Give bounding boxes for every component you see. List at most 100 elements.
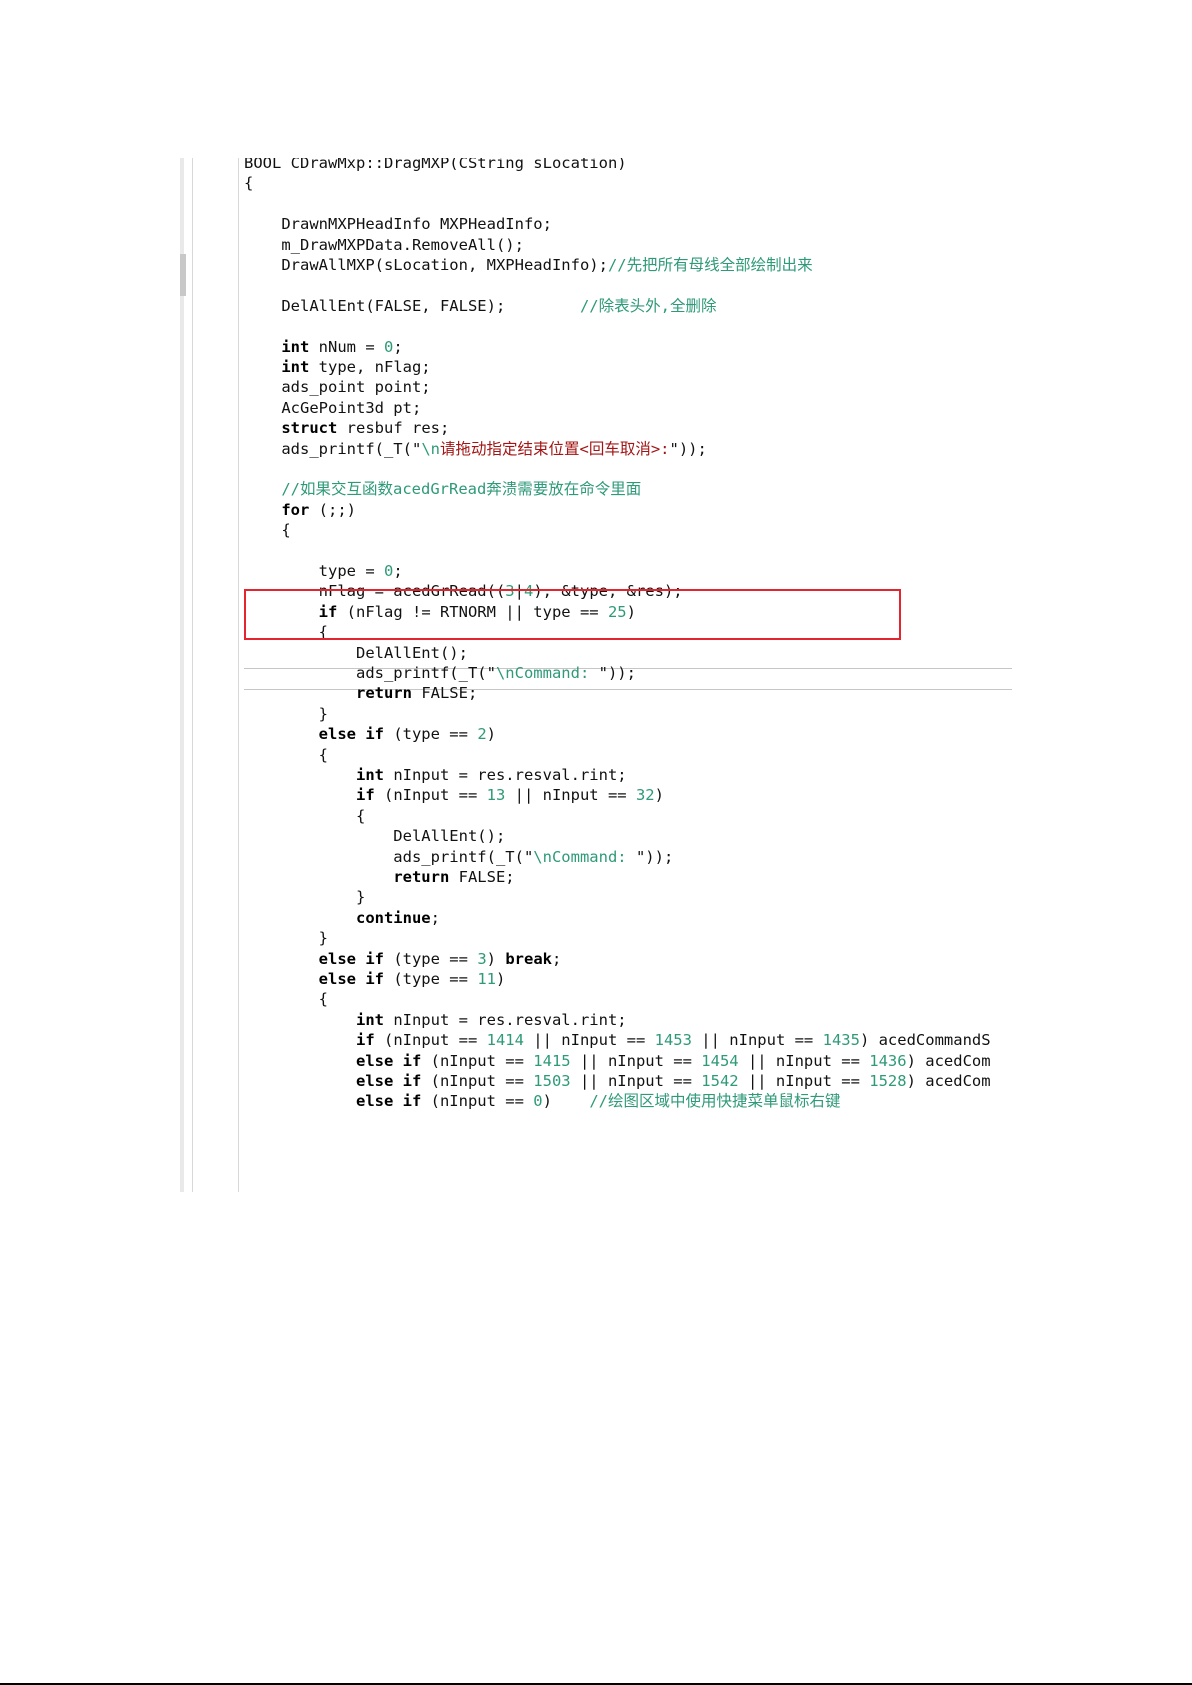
code-token: ads_printf(_T("	[244, 439, 422, 458]
gutter-divider	[192, 158, 193, 1192]
code-token: {	[244, 806, 366, 825]
code-line: ads_point point;	[244, 376, 431, 398]
code-token: 13	[486, 786, 506, 805]
code-token: BOOL CDrawMxp::DragMXP(CString sLocation…	[244, 158, 627, 172]
code-line: DelAllEnt();	[244, 642, 468, 664]
code-token: //如果交互函数acedGrRead奔溃需要放在命令里面	[281, 480, 642, 499]
code-token: continue	[355, 908, 431, 927]
code-line: type = 0;	[244, 560, 403, 582]
code-token: else if	[318, 970, 384, 988]
code-line: {	[244, 172, 253, 194]
code-line: int nNum = 0;	[244, 336, 403, 358]
code-editor-screenshot: BOOL CDrawMxp::DragMXP(CString sLocation…	[180, 158, 1012, 1192]
code-token: else if	[318, 725, 384, 744]
code-token: //除表头外,全删除	[579, 296, 717, 315]
code-token: m_DrawMXPData.RemoveAll();	[244, 235, 524, 254]
code-line: if (nInput == 13 || nInput == 32)	[244, 784, 664, 806]
code-token: 1435	[822, 1031, 860, 1050]
code-token: }	[244, 929, 328, 948]
code-token: ) acedCom	[906, 1051, 991, 1070]
code-token: int	[355, 766, 384, 784]
code-token: nInput = res.resval.rint;	[383, 1010, 627, 1029]
red-annotation-box	[244, 589, 901, 640]
code-token: || nInput ==	[505, 786, 636, 805]
code-token: ads_printf(_T("	[244, 847, 534, 866]
code-token: FALSE;	[411, 684, 478, 703]
code-line: int nInput = res.resval.rint;	[244, 1009, 627, 1031]
code-token: )	[495, 970, 506, 988]
code-line: {	[244, 805, 365, 827]
code-token: 1503	[533, 1072, 571, 1090]
code-token: resbuf res;	[337, 419, 450, 438]
code-token: }	[244, 888, 366, 907]
code-line: {	[244, 744, 328, 766]
code-token: ;	[393, 337, 403, 356]
code-token: return	[355, 684, 412, 703]
code-token: nInput = res.resval.rint;	[383, 766, 627, 784]
code-token: DrawAllMXP(sLocation, MXPHeadInfo);	[244, 256, 608, 274]
code-line: BOOL CDrawMxp::DragMXP(CString sLocation…	[244, 158, 627, 174]
code-token: || nInput ==	[570, 1072, 702, 1090]
code-token: ads_point point;	[244, 378, 431, 397]
code-token: if	[355, 786, 375, 805]
editor-gutter-edge	[180, 158, 184, 1192]
code-token: ;	[393, 562, 403, 580]
code-token: type =	[244, 562, 384, 580]
code-token: )	[654, 786, 664, 805]
gutter-scroll-marker[interactable]	[180, 254, 186, 296]
code-token: || nInput ==	[523, 1031, 655, 1050]
code-token: )	[542, 1092, 590, 1111]
code-token: ;	[430, 908, 440, 927]
code-token: || nInput ==	[738, 1051, 870, 1070]
code-token: "));	[669, 439, 707, 458]
code-line: int nInput = res.resval.rint;	[244, 764, 627, 786]
code-token: (type ==	[383, 949, 478, 968]
code-token: int	[355, 1010, 384, 1029]
code-token: (nInput ==	[421, 1051, 534, 1070]
code-token: else if	[318, 949, 384, 968]
code-token: 1414	[486, 1031, 524, 1050]
code-token: ;	[552, 949, 562, 968]
code-token: else if	[355, 1072, 422, 1090]
code-token: return	[393, 868, 450, 886]
code-token: 请拖动指定结束位置<回车取消>:	[439, 439, 670, 458]
code-token: 0	[383, 337, 394, 356]
code-line: if (nInput == 1414 || nInput == 1453 || …	[244, 1029, 991, 1051]
code-line: return FALSE;	[244, 866, 515, 888]
code-token: (nInput ==	[374, 1031, 487, 1050]
code-token: DelAllEnt();	[244, 643, 468, 662]
code-line: int type, nFlag;	[244, 356, 430, 378]
code-token: 1436	[869, 1051, 907, 1070]
code-token: break	[505, 949, 552, 968]
code-token: AcGePoint3d pt;	[244, 398, 422, 417]
code-token: (nInput ==	[374, 786, 487, 805]
code-token: FALSE;	[449, 868, 515, 886]
code-line: DrawnMXPHeadInfo MXPHeadInfo;	[244, 213, 552, 235]
code-token: \n	[421, 439, 440, 458]
code-token: "));	[635, 847, 674, 866]
code-token: {	[244, 745, 328, 764]
code-token: int	[281, 337, 310, 356]
code-token: (nInput ==	[421, 1092, 534, 1111]
code-line: else if (nInput == 0) //绘图区域中使用快捷菜单鼠标右键	[244, 1090, 841, 1112]
code-token: if	[355, 1031, 375, 1050]
code-token: || nInput ==	[570, 1051, 702, 1070]
code-token: "));	[598, 664, 636, 682]
code-token: struct	[281, 419, 338, 438]
code-token: 1415	[533, 1051, 571, 1070]
code-token: 0	[383, 562, 394, 580]
code-line: AcGePoint3d pt;	[244, 397, 421, 419]
code-line: ads_printf(_T("\n请拖动指定结束位置<回车取消>:"));	[244, 438, 707, 460]
code-token: DelAllEnt(FALSE, FALSE);	[244, 296, 580, 315]
code-token: {	[244, 521, 291, 540]
code-token: {	[244, 174, 254, 193]
code-token: int	[281, 358, 310, 376]
